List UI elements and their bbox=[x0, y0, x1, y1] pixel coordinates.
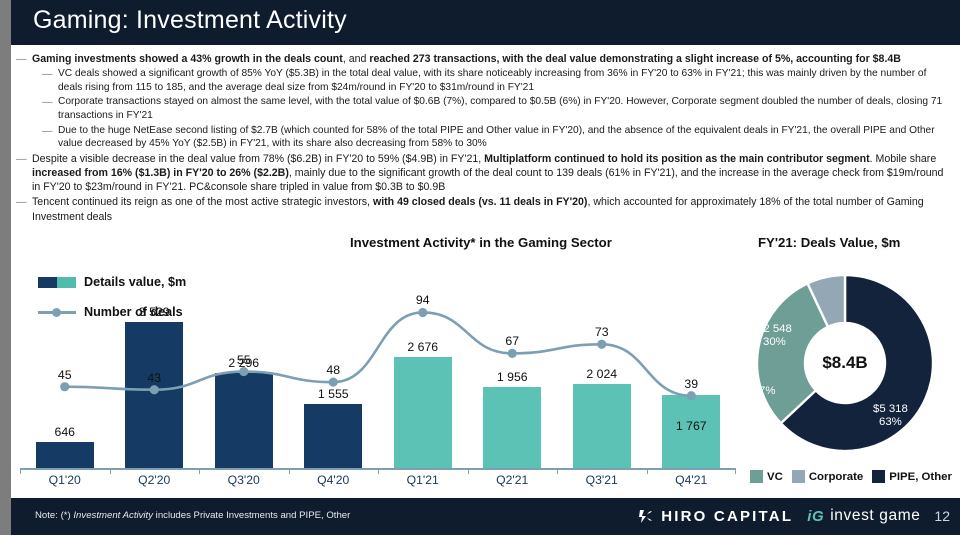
bullet-item: — Tencent continued its reign as one of t… bbox=[16, 195, 950, 223]
legend-swatch-icon bbox=[872, 470, 886, 483]
donut-center-hole: $8.4B bbox=[807, 325, 883, 401]
legend-label: PIPE, Other bbox=[889, 470, 952, 483]
slide-footer: Note: (*) Investment Activity includes P… bbox=[11, 498, 960, 535]
legend-swatch-icon bbox=[791, 470, 805, 483]
donut-legend-item-corporate: Corporate bbox=[791, 470, 864, 483]
slide-header: Gaming: Investment Activity bbox=[11, 0, 960, 45]
bullet-dash-icon: — bbox=[42, 68, 53, 81]
line-marker-q221 bbox=[507, 348, 517, 358]
bullet-item: — Corporate transactions stayed on almost… bbox=[16, 95, 950, 122]
x-axis-label: Q3'20 bbox=[227, 473, 260, 487]
legend-swatch-icon bbox=[750, 470, 763, 483]
legend-label: Corporate bbox=[808, 470, 864, 483]
donut-center-label: $8.4B bbox=[822, 353, 868, 372]
x-axis-label: Q4'20 bbox=[317, 473, 350, 487]
donut-chart-title: FY'21: Deals Value, $m bbox=[758, 235, 901, 250]
line-marker-q121 bbox=[418, 307, 428, 318]
bullet-text: Due to the huge NetEase second listing o… bbox=[58, 124, 935, 150]
ig-mark-icon: iG bbox=[807, 507, 825, 525]
donut-slice-label: 7% bbox=[759, 385, 776, 397]
invest-game-label: invest game bbox=[830, 507, 921, 524]
footnote-prefix: Note: (*) bbox=[35, 510, 74, 521]
x-axis-label: Q2'21 bbox=[496, 473, 529, 487]
bullet-text: Despite a visible decrease in the deal v… bbox=[32, 152, 944, 194]
hiro-mark-icon bbox=[639, 509, 653, 523]
legend-label: VC bbox=[767, 470, 783, 483]
bar-chart-title: Investment Activity* in the Gaming Secto… bbox=[350, 235, 612, 250]
bullet-item: — Due to the huge NetEase second listing … bbox=[16, 124, 950, 151]
donut-chart-legend: VC Corporate PIPE, Other bbox=[750, 470, 952, 483]
bullet-dash-icon: — bbox=[16, 152, 27, 165]
line-marker-q421 bbox=[686, 391, 696, 401]
line-marker-q420 bbox=[328, 377, 338, 387]
bar-chart-plot: 646 45 Q1'20 3 529 43 Q2'20 2 296 55 Q3'20 1 555 4… bbox=[20, 258, 736, 487]
footnote-italic: Investment Activity bbox=[73, 510, 154, 521]
bullet-dash-icon: — bbox=[42, 124, 53, 137]
donut-slice-label: $5 318 63% bbox=[873, 403, 908, 429]
deal-count-line bbox=[60, 307, 696, 401]
hiro-capital-logo: HIRO CAPITAL bbox=[638, 508, 793, 525]
bullet-text: Tencent continued its reign as one of th… bbox=[32, 196, 924, 223]
bullet-item: — VC deals showed a significant growth of… bbox=[16, 67, 950, 94]
x-axis-label: Q1'21 bbox=[406, 473, 439, 487]
donut-legend-item-pipe-other: PIPE, Other bbox=[872, 470, 952, 483]
x-axis-label: Q1'20 bbox=[48, 473, 81, 487]
bullet-list: — Gaming investments showed a 43% growth … bbox=[16, 52, 950, 225]
bullet-item: — Gaming investments showed a 43% growth … bbox=[16, 52, 950, 66]
footer-brands: HIRO CAPITAL iG invest game 12 bbox=[638, 507, 950, 525]
left-rail bbox=[0, 0, 11, 535]
line-marker-q320 bbox=[239, 366, 249, 377]
invest-game-logo: iG invest game bbox=[807, 507, 920, 525]
bullet-item: — Despite a visible decrease in the deal … bbox=[16, 152, 950, 195]
page-title: Gaming: Investment Activity bbox=[33, 6, 347, 34]
footnote: Note: (*) Investment Activity includes P… bbox=[35, 510, 350, 521]
hiro-capital-label: HIRO CAPITAL bbox=[661, 507, 794, 525]
donut-chart: $8.4B $5 318 63% $2 548 30% 7% bbox=[745, 263, 945, 463]
line-marker-q220 bbox=[149, 385, 159, 395]
x-axis-label: Q3'21 bbox=[585, 473, 618, 487]
donut-slice-label: $2 548 30% bbox=[757, 323, 792, 349]
bullet-dash-icon: — bbox=[16, 53, 27, 65]
bullet-text: Corporate transactions stayed on almost … bbox=[58, 96, 943, 121]
line-marker-q321 bbox=[597, 339, 607, 349]
bullet-text: Gaming investments showed a 43% growth i… bbox=[32, 53, 901, 65]
x-axis-label: Q2'20 bbox=[138, 473, 171, 487]
bullet-dash-icon: — bbox=[42, 96, 53, 109]
footnote-suffix: includes Private Investments and PIPE, O… bbox=[153, 510, 351, 521]
line-marker-q120 bbox=[60, 382, 70, 392]
slide: Gaming: Investment Activity — Gaming inve… bbox=[0, 0, 960, 535]
page-number: 12 bbox=[934, 508, 950, 524]
bullet-text: VC deals showed a significant growth of … bbox=[58, 68, 927, 93]
x-axis-label: Q4'21 bbox=[675, 473, 708, 487]
bullet-dash-icon: — bbox=[16, 196, 27, 209]
donut-legend-item-vc: VC bbox=[750, 470, 783, 483]
